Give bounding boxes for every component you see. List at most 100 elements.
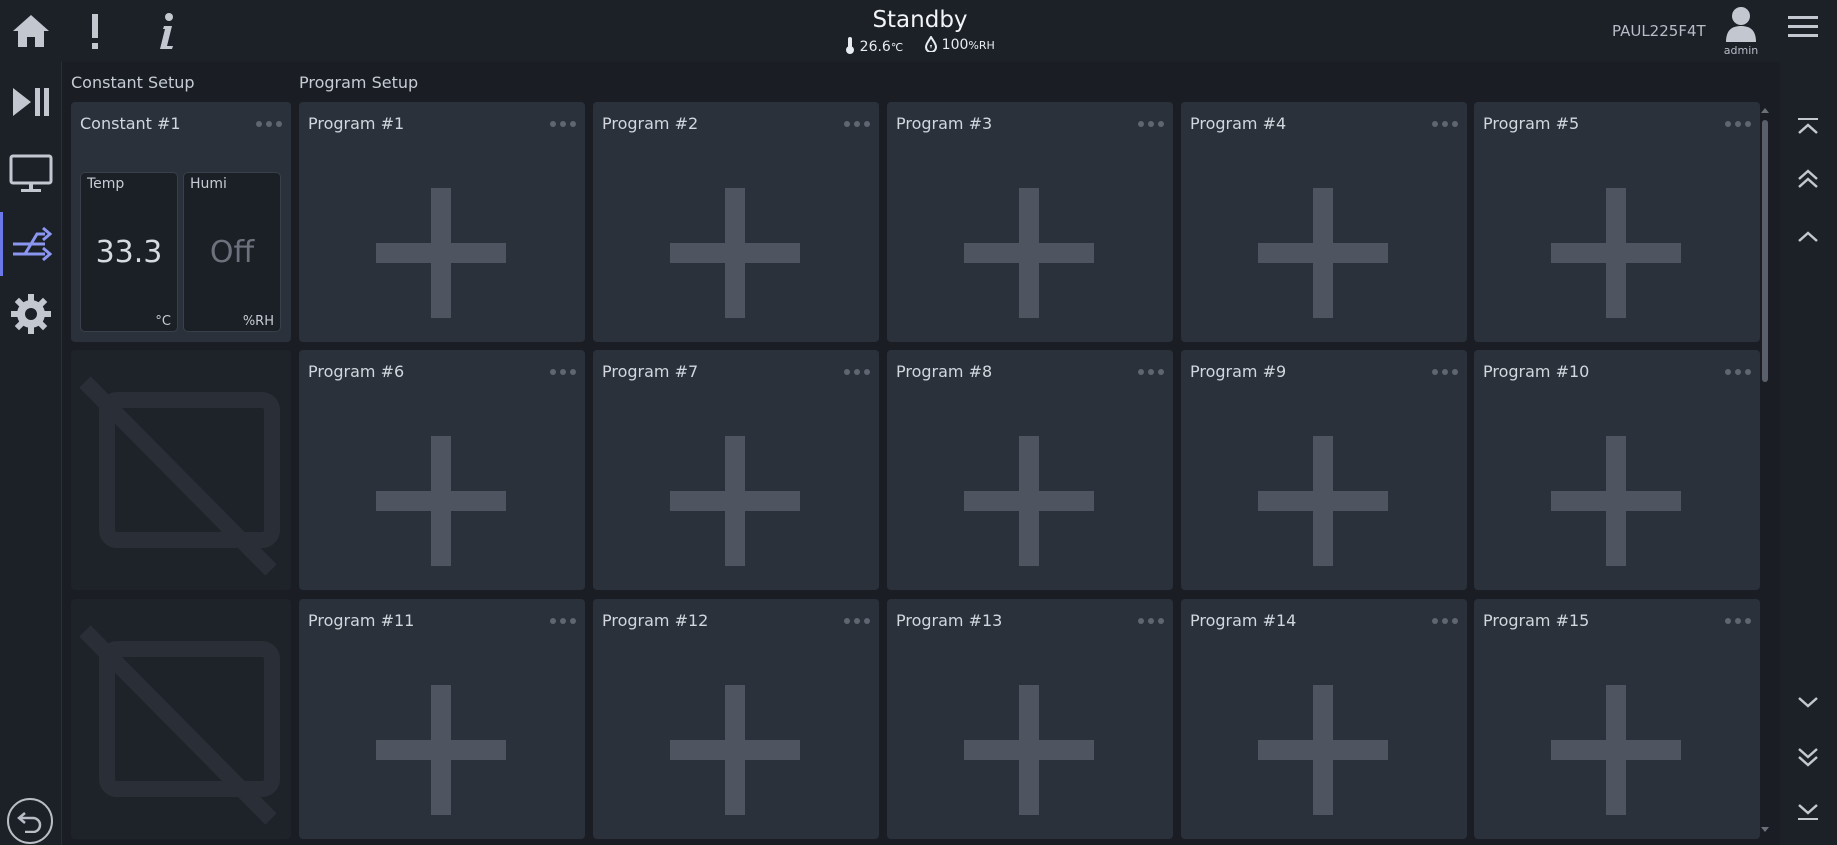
program-card[interactable]: Program #1 bbox=[299, 102, 585, 342]
program-setup-label: Program Setup bbox=[299, 73, 419, 92]
more-options-icon[interactable] bbox=[255, 120, 283, 128]
more-options-icon[interactable] bbox=[549, 120, 577, 128]
empty-constant-slot bbox=[71, 599, 291, 839]
status-readings: 26.6℃ 100%RH bbox=[800, 35, 1040, 55]
sidebar-item-program[interactable] bbox=[0, 212, 62, 276]
add-program-icon[interactable] bbox=[376, 740, 506, 760]
page-down-button[interactable] bbox=[1791, 740, 1825, 774]
sidebar bbox=[0, 62, 62, 845]
more-options-icon[interactable] bbox=[843, 368, 871, 376]
program-shuffle-icon bbox=[13, 226, 53, 262]
temp-unit: ℃ bbox=[890, 41, 904, 54]
monitor-icon bbox=[9, 154, 53, 192]
program-card[interactable]: Program #2 bbox=[593, 102, 879, 342]
play-pause-icon bbox=[13, 88, 49, 116]
humi-tile-value: Off bbox=[209, 235, 255, 270]
double-chevron-down-icon bbox=[1798, 748, 1818, 767]
more-options-icon[interactable] bbox=[1724, 617, 1752, 625]
home-icon[interactable] bbox=[6, 6, 56, 56]
more-options-icon[interactable] bbox=[1431, 617, 1459, 625]
user-name: admin bbox=[1723, 44, 1759, 57]
add-program-icon[interactable] bbox=[376, 243, 506, 263]
program-card[interactable]: Program #6 bbox=[299, 350, 585, 590]
program-title: Program #12 bbox=[602, 611, 709, 630]
more-options-icon[interactable] bbox=[1724, 368, 1752, 376]
more-options-icon[interactable] bbox=[843, 617, 871, 625]
program-card[interactable]: Program #3 bbox=[887, 102, 1173, 342]
add-program-icon[interactable] bbox=[670, 491, 800, 511]
sidebar-item-run[interactable] bbox=[0, 70, 62, 134]
program-title: Program #14 bbox=[1190, 611, 1297, 630]
program-card[interactable]: Program #7 bbox=[593, 350, 879, 590]
scroll-top-button[interactable] bbox=[1791, 110, 1825, 144]
program-title: Program #2 bbox=[602, 114, 699, 133]
scroll-up-arrow-icon[interactable] bbox=[1760, 106, 1770, 114]
info-icon[interactable] bbox=[142, 6, 192, 56]
more-options-icon[interactable] bbox=[1431, 120, 1459, 128]
constant-card[interactable]: Constant #1 Temp 33.3 °C Humi Off %RH bbox=[71, 102, 291, 342]
humi-tile[interactable]: Humi Off %RH bbox=[183, 172, 281, 332]
program-card[interactable]: Program #9 bbox=[1181, 350, 1467, 590]
add-program-icon[interactable] bbox=[1551, 491, 1681, 511]
program-card[interactable]: Program #12 bbox=[593, 599, 879, 839]
gear-icon bbox=[11, 294, 51, 334]
temp-tile[interactable]: Temp 33.3 °C bbox=[80, 172, 178, 332]
back-button[interactable] bbox=[7, 798, 53, 844]
sidebar-item-settings[interactable] bbox=[0, 282, 62, 346]
more-options-icon[interactable] bbox=[1724, 120, 1752, 128]
more-options-icon[interactable] bbox=[843, 120, 871, 128]
chevron-top-icon bbox=[1798, 118, 1818, 134]
add-program-icon[interactable] bbox=[964, 243, 1094, 263]
program-card[interactable]: Program #15 bbox=[1474, 599, 1760, 839]
hamburger-icon[interactable] bbox=[1786, 14, 1820, 46]
more-options-icon[interactable] bbox=[1431, 368, 1459, 376]
program-title: Program #5 bbox=[1483, 114, 1580, 133]
more-options-icon[interactable] bbox=[1137, 120, 1165, 128]
scroll-up-button[interactable] bbox=[1791, 220, 1825, 254]
scroll-down-button[interactable] bbox=[1791, 685, 1825, 719]
scroll-down-arrow-icon[interactable] bbox=[1760, 826, 1770, 834]
chevron-up-icon bbox=[1798, 231, 1818, 242]
program-card[interactable]: Program #13 bbox=[887, 599, 1173, 839]
user-account[interactable]: admin bbox=[1718, 6, 1764, 58]
add-program-icon[interactable] bbox=[670, 740, 800, 760]
add-program-icon[interactable] bbox=[964, 491, 1094, 511]
program-title: Program #9 bbox=[1190, 362, 1287, 381]
humidity-unit: %RH bbox=[968, 39, 995, 52]
more-options-icon[interactable] bbox=[549, 368, 577, 376]
program-card[interactable]: Program #10 bbox=[1474, 350, 1760, 590]
add-program-icon[interactable] bbox=[376, 491, 506, 511]
more-options-icon[interactable] bbox=[549, 617, 577, 625]
program-card[interactable]: Program #5 bbox=[1474, 102, 1760, 342]
exclamation-icon[interactable] bbox=[70, 6, 120, 56]
scroll-thumb[interactable] bbox=[1762, 120, 1768, 382]
temp-tile-unit: °C bbox=[155, 314, 171, 329]
page-up-button[interactable] bbox=[1791, 162, 1825, 196]
thermometer-icon bbox=[846, 37, 855, 54]
humi-tile-unit: %RH bbox=[242, 314, 274, 329]
program-title: Program #7 bbox=[602, 362, 699, 381]
program-title: Program #11 bbox=[308, 611, 415, 630]
program-card[interactable]: Program #14 bbox=[1181, 599, 1467, 839]
program-card[interactable]: Program #4 bbox=[1181, 102, 1467, 342]
more-options-icon[interactable] bbox=[1137, 368, 1165, 376]
active-indicator bbox=[0, 212, 3, 276]
temp-value: 26.6 bbox=[859, 39, 891, 55]
add-program-icon[interactable] bbox=[670, 243, 800, 263]
add-program-icon[interactable] bbox=[1258, 491, 1388, 511]
add-program-icon[interactable] bbox=[1258, 243, 1388, 263]
more-options-icon[interactable] bbox=[1137, 617, 1165, 625]
program-card[interactable]: Program #8 bbox=[887, 350, 1173, 590]
no-device-icon bbox=[79, 376, 280, 576]
scroll-bottom-button[interactable] bbox=[1791, 794, 1825, 828]
add-program-icon[interactable] bbox=[1551, 740, 1681, 760]
program-title: Program #3 bbox=[896, 114, 993, 133]
add-program-icon[interactable] bbox=[1551, 243, 1681, 263]
temp-tile-value: 33.3 bbox=[95, 235, 163, 270]
program-card[interactable]: Program #11 bbox=[299, 599, 585, 839]
add-program-icon[interactable] bbox=[1258, 740, 1388, 760]
add-program-icon[interactable] bbox=[964, 740, 1094, 760]
scrollbar[interactable] bbox=[1760, 104, 1770, 834]
status-title: Standby bbox=[872, 7, 968, 33]
sidebar-item-monitor[interactable] bbox=[0, 142, 62, 206]
